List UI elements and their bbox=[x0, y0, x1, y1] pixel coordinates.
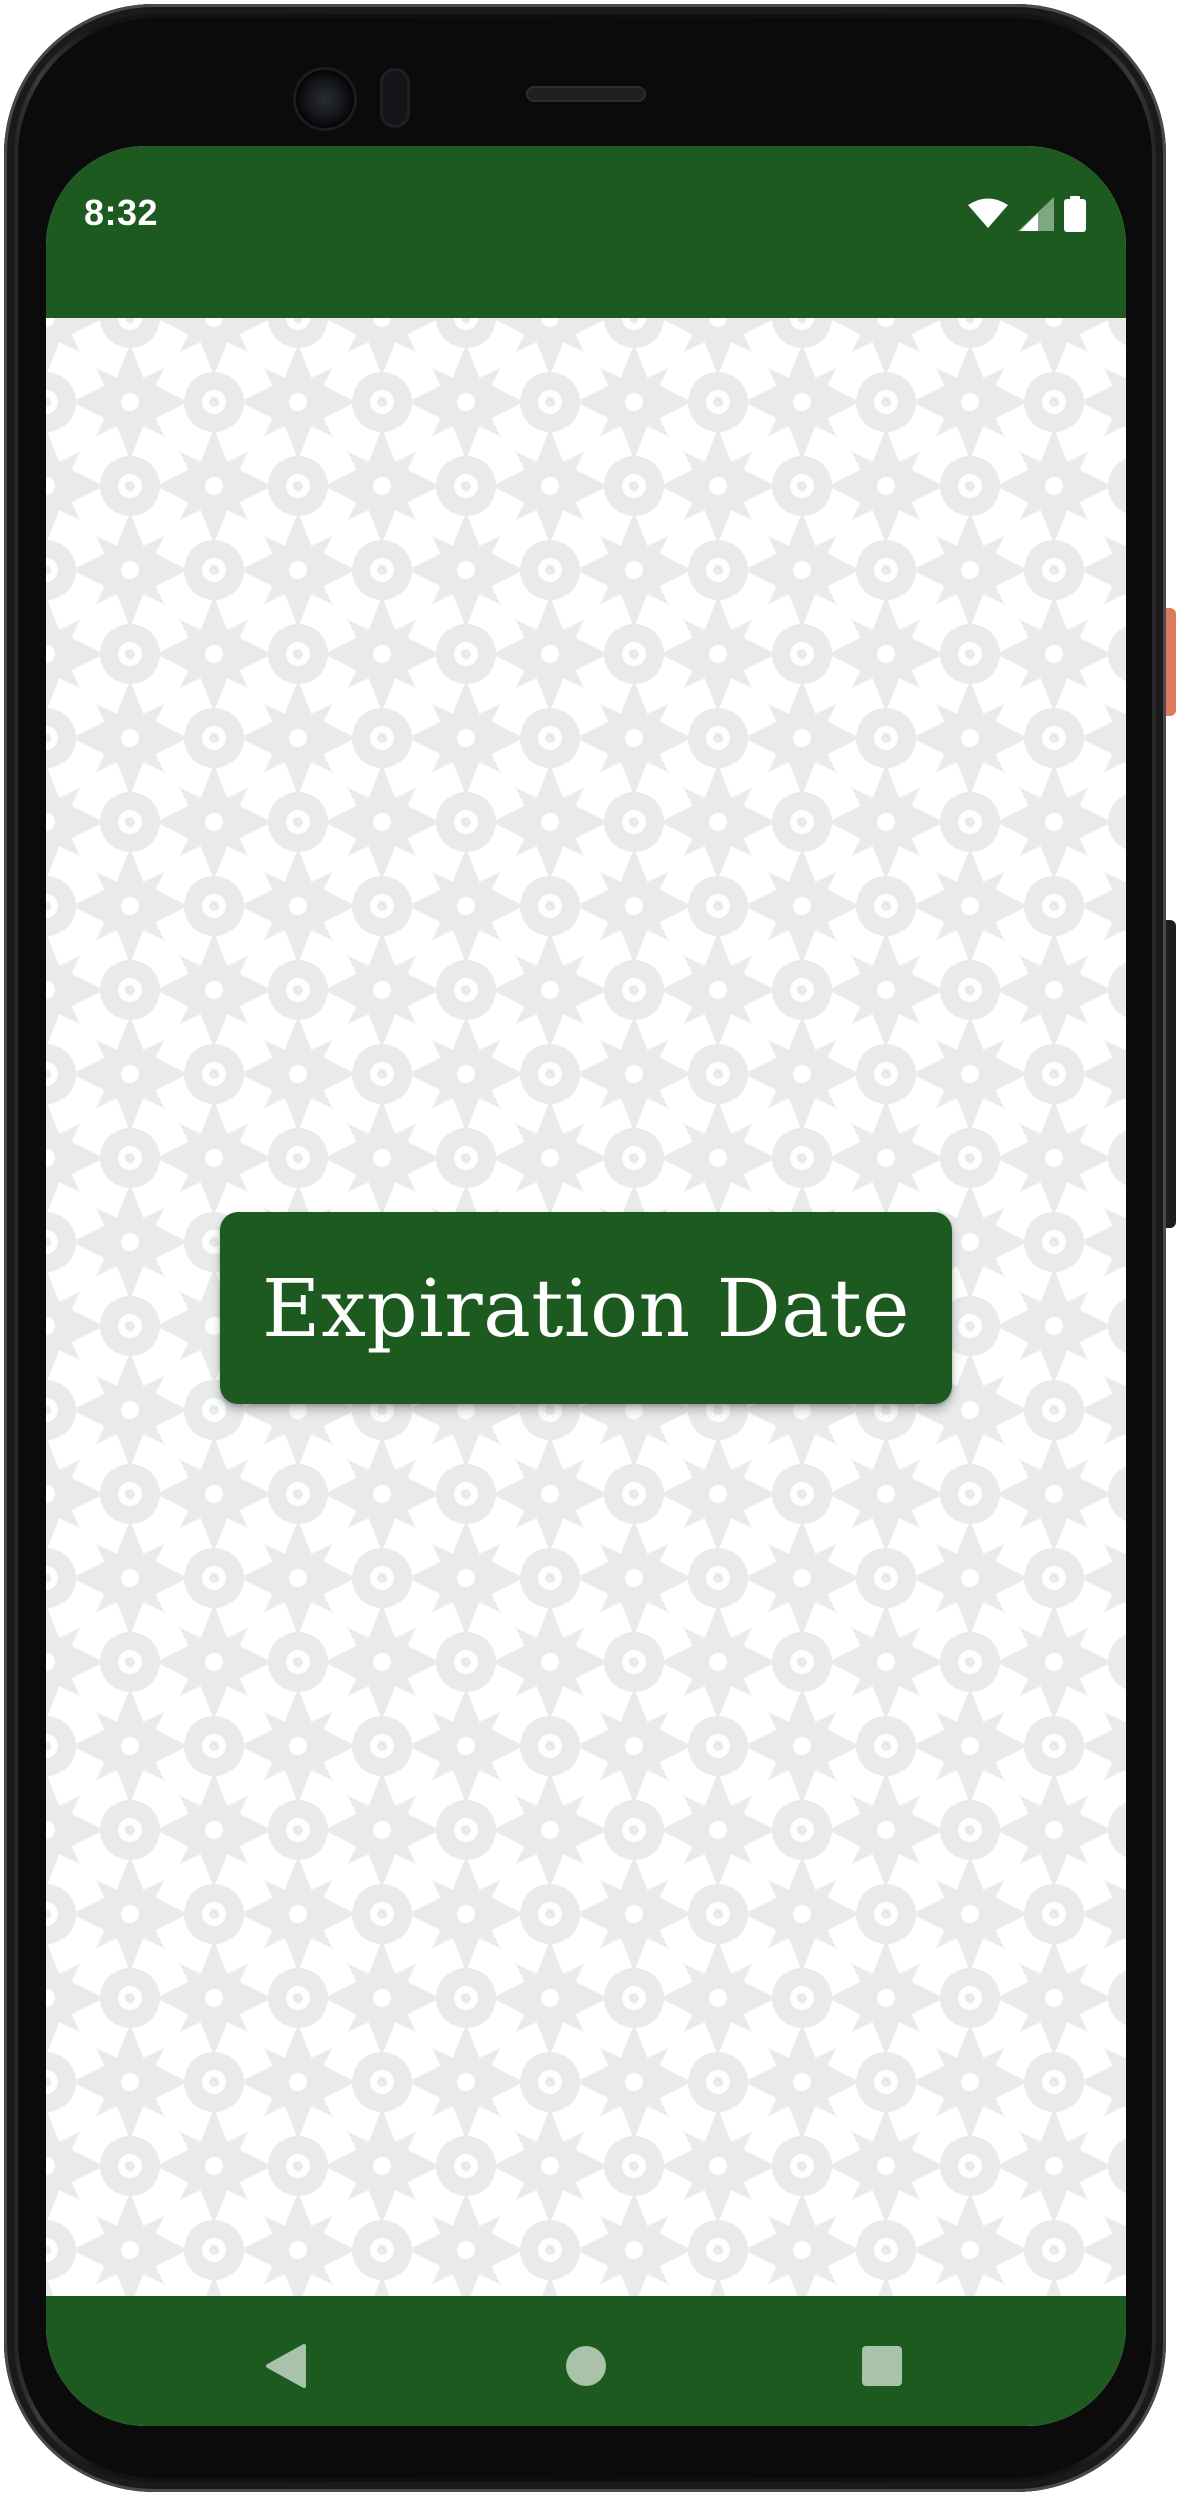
status-icons bbox=[968, 196, 1086, 232]
navigation-bar bbox=[46, 2296, 1126, 2426]
back-icon bbox=[266, 2344, 306, 2388]
home-icon bbox=[566, 2346, 606, 2386]
home-button[interactable] bbox=[556, 2336, 616, 2396]
battery-icon bbox=[1064, 196, 1086, 232]
wifi-icon bbox=[968, 198, 1008, 230]
back-button[interactable] bbox=[256, 2336, 316, 2396]
expiration-date-text: Expiration Date bbox=[262, 1261, 910, 1355]
main-content: Expiration Date bbox=[46, 318, 1126, 2296]
volume-rocker[interactable] bbox=[1166, 920, 1176, 1228]
expiration-date-label[interactable]: Expiration Date bbox=[220, 1212, 952, 1404]
front-camera bbox=[296, 70, 354, 128]
cell-signal-icon bbox=[1018, 197, 1054, 231]
earpiece-speaker bbox=[526, 86, 646, 102]
power-button[interactable] bbox=[1166, 608, 1176, 716]
device-screen: 8:32 Expiration Date bbox=[46, 146, 1126, 2426]
status-time: 8:32 bbox=[84, 192, 159, 233]
proximity-sensor bbox=[380, 68, 410, 128]
recents-button[interactable] bbox=[852, 2336, 912, 2396]
recents-icon bbox=[862, 2346, 902, 2386]
status-bar: 8:32 bbox=[46, 146, 1126, 318]
